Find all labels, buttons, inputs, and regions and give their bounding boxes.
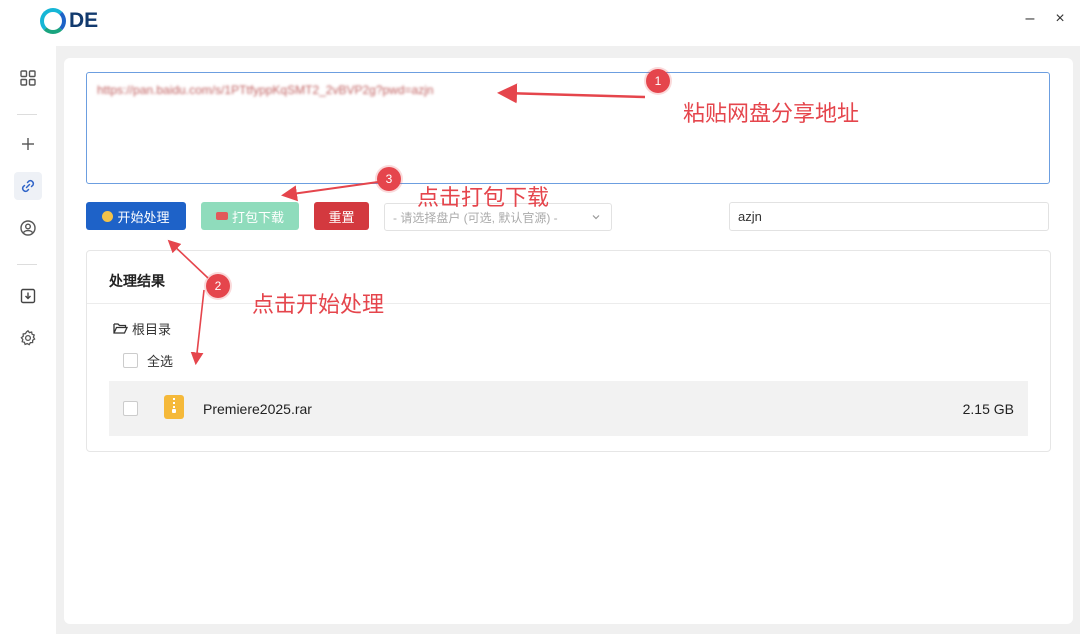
annotation-badge-1: 1 [646, 69, 670, 93]
annotation-arrow-3 [281, 181, 379, 202]
annotation-text-2: 点击开始处理 [252, 292, 385, 317]
annotation-arrow-2b [190, 289, 205, 366]
annotation-text-1: 粘贴网盘分享地址 [683, 101, 860, 126]
annotation-arrow-1 [497, 83, 646, 104]
annotation-arrows [167, 83, 646, 366]
annotation-arrow-2a [167, 239, 209, 279]
annotation-badge-2: 2 [206, 274, 230, 298]
annotation-text-3: 点击打包下载 [417, 185, 550, 210]
annotation-badge-3: 3 [377, 167, 401, 191]
